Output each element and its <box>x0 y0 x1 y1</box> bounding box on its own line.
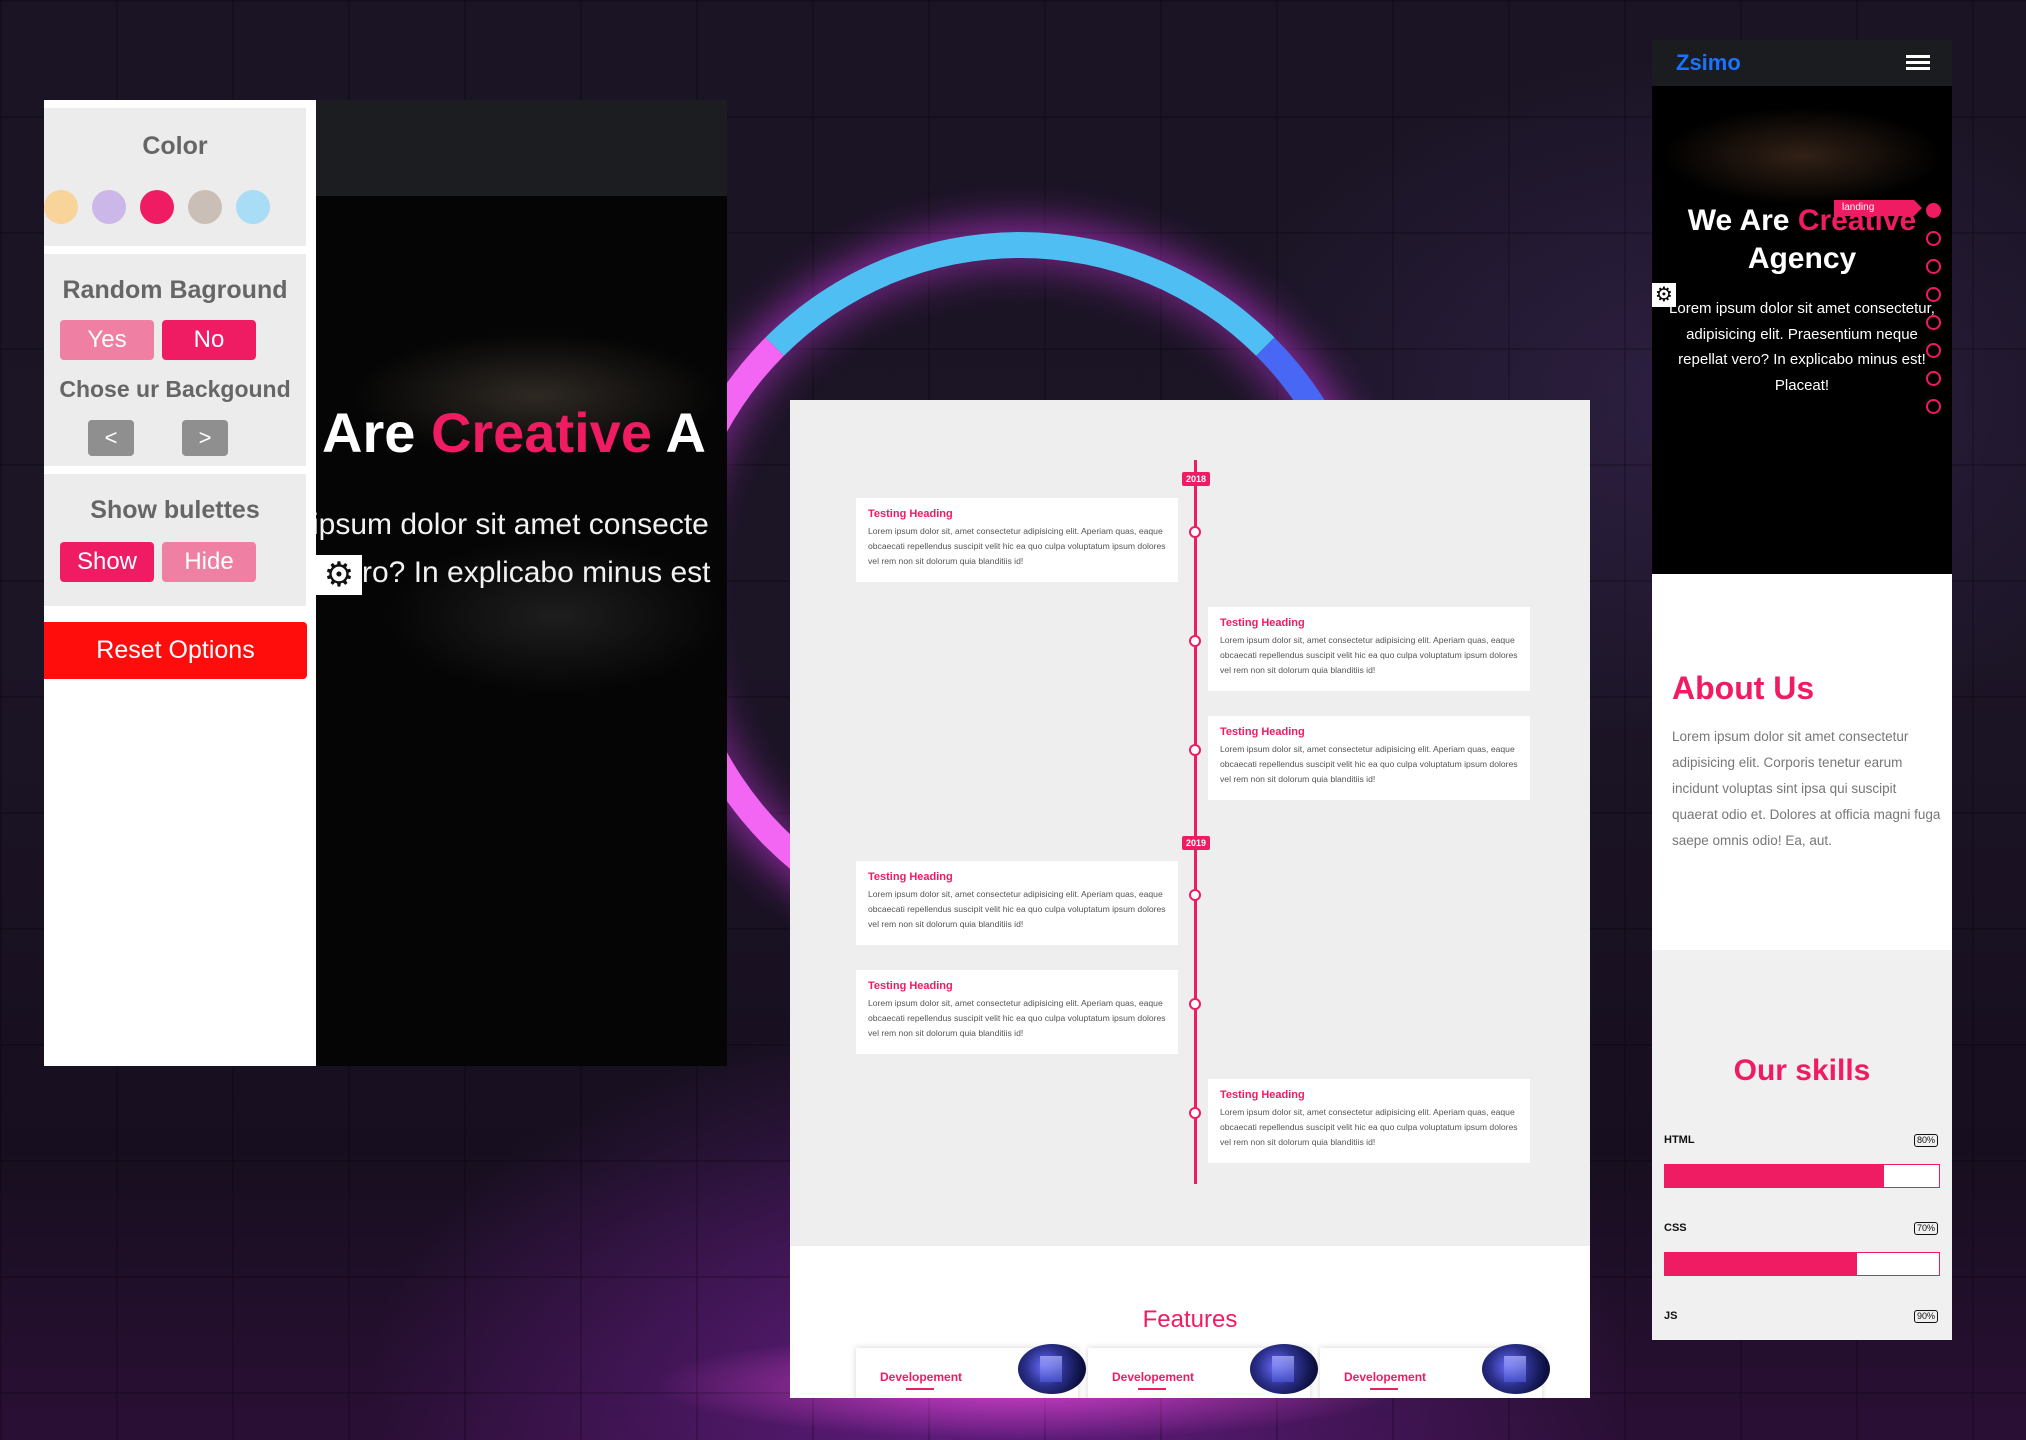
next-background-button[interactable]: > <box>182 420 228 456</box>
choose-background-title: Chose ur Backgound <box>59 376 291 402</box>
color-section: Color <box>44 108 306 246</box>
feature-card-label: Developement <box>1112 1370 1195 1384</box>
feature-card[interactable]: Developement <box>856 1344 1086 1398</box>
skills-title: Our skills <box>1733 1054 1871 1087</box>
skill-percent-html: 80% <box>1914 1134 1939 1147</box>
features-title: Features <box>1142 1306 1238 1333</box>
hero-text-line-2: ro? In explicabo minus est <box>362 556 711 589</box>
timeline-dot <box>1189 744 1201 756</box>
skill-percent-js: 90% <box>1914 1310 1939 1323</box>
nav-bullet[interactable] <box>1926 315 1941 330</box>
color-title: Color <box>142 132 208 160</box>
show-bullets-button[interactable]: Show <box>60 542 154 582</box>
mobile-navbar: Zsimo <box>1652 40 1952 86</box>
hide-bullets-button[interactable]: Hide <box>162 542 256 582</box>
timeline-window: 2018 2019 Testing Heading Lorem ipsum do… <box>790 400 1590 1398</box>
timeline-card-heading: Testing Heading <box>868 980 953 992</box>
timeline-dot <box>1189 998 1201 1010</box>
nav-bullet[interactable] <box>1926 203 1941 218</box>
color-swatch-2[interactable] <box>92 190 126 224</box>
mobile-hero-text: Lorem ipsum dolor sit amet consectetur, … <box>1669 300 1935 394</box>
timeline-card: Testing Heading Lorem ipsum dolor sit, a… <box>856 498 1178 582</box>
timeline-card-heading: Testing Heading <box>1220 617 1305 629</box>
bullets-section: Show bulettes Show Hide <box>44 474 306 606</box>
feature-illustration-icon <box>1482 1344 1550 1394</box>
hamburger-menu-icon[interactable] <box>1906 55 1930 71</box>
timeline-card: Testing Heading Lorem ipsum dolor sit, a… <box>1208 607 1530 691</box>
timeline-card: Testing Heading Lorem ipsum dolor sit, a… <box>1208 716 1530 800</box>
reset-options-button[interactable]: Reset Options <box>44 622 307 679</box>
show-bullets-title: Show bulettes <box>90 496 260 524</box>
timeline-card: Testing Heading Lorem ipsum dolor sit, a… <box>856 861 1178 945</box>
feature-illustration-icon <box>1250 1344 1318 1394</box>
feature-card-underline <box>1138 1388 1166 1390</box>
timeline-card-text: Lorem ipsum dolor sit, amet consectetur … <box>1220 635 1518 675</box>
feature-card[interactable]: Developement <box>1088 1344 1318 1398</box>
settings-panel: Color Random Baground Yes No Chose ur Ba… <box>44 100 316 1066</box>
timeline-card-heading: Testing Heading <box>868 871 953 883</box>
feature-card[interactable]: Developement <box>1320 1344 1550 1398</box>
timeline-dot <box>1189 1107 1201 1119</box>
skill-label-html: HTML <box>1664 1134 1695 1146</box>
skill-bar-css <box>1664 1252 1940 1276</box>
timeline-card-heading: Testing Heading <box>868 508 953 520</box>
bullet-tooltip: landing <box>1834 200 1922 216</box>
nav-bullet[interactable] <box>1926 399 1941 414</box>
timeline-card: Testing Heading Lorem ipsum dolor sit, a… <box>1208 1079 1530 1163</box>
settings-gear-icon[interactable]: ⚙ <box>316 555 362 595</box>
feature-card-underline <box>906 1388 934 1390</box>
feature-card-label: Developement <box>880 1370 963 1384</box>
timeline-card-text: Lorem ipsum dolor sit, amet consectetur … <box>1220 744 1518 784</box>
random-background-title: Random Baground <box>62 276 288 304</box>
feature-card-underline <box>1370 1388 1398 1390</box>
about-section: About Us Lorem ipsum dolor sit amet cons… <box>1652 574 1952 950</box>
color-swatch-4[interactable] <box>188 190 222 224</box>
timeline-card-heading: Testing Heading <box>1220 726 1305 738</box>
prev-background-button[interactable]: < <box>88 420 134 456</box>
timeline-card: Testing Heading Lorem ipsum dolor sit, a… <box>856 970 1178 1054</box>
timeline-card-text: Lorem ipsum dolor sit, amet consectetur … <box>868 526 1166 566</box>
site-logo[interactable]: Zsimo <box>1676 50 1741 76</box>
timeline-dot <box>1189 889 1201 901</box>
skill-fill <box>1665 1253 1857 1275</box>
random-bg-yes-button[interactable]: Yes <box>60 320 154 360</box>
timeline-card-text: Lorem ipsum dolor sit, amet consectetur … <box>868 889 1166 929</box>
mobile-settings-gear-icon[interactable]: ⚙ <box>1652 283 1676 307</box>
mobile-preview-window: Zsimo We Are Creative Agency landing Lore… <box>1652 40 1952 1340</box>
nav-bullet[interactable] <box>1926 371 1941 386</box>
site-topbar <box>316 100 727 196</box>
nav-bullet[interactable] <box>1926 287 1941 302</box>
feature-card-label: Developement <box>1344 1370 1427 1384</box>
timeline-dot <box>1189 635 1201 647</box>
nav-bullet[interactable] <box>1926 259 1941 274</box>
color-swatch-3[interactable] <box>140 190 174 224</box>
skill-fill <box>1665 1165 1885 1187</box>
about-text: Lorem ipsum dolor sit amet consectetur a… <box>1672 729 1941 848</box>
timeline-dot <box>1189 526 1201 538</box>
features-section: Features Developement Developement Devel… <box>790 1246 1590 1398</box>
background-section: Random Baground Yes No Chose ur Backgoun… <box>44 254 306 466</box>
skill-bar-html <box>1664 1164 1940 1188</box>
timeline-card-text: Lorem ipsum dolor sit, amet consectetur … <box>868 998 1166 1038</box>
timeline-year-2019: 2019 <box>1182 836 1210 850</box>
color-swatch-1[interactable] <box>44 190 78 224</box>
nav-bullet[interactable] <box>1926 343 1941 358</box>
settings-window: Are Creative A ipsum dolor sit amet cons… <box>44 100 727 1066</box>
timeline-card-heading: Testing Heading <box>1220 1089 1305 1101</box>
hero-text-line-1: ipsum dolor sit amet consecte <box>312 508 709 541</box>
hero-section <box>316 196 727 1066</box>
skill-label-css: CSS <box>1664 1222 1687 1234</box>
nav-bullet[interactable] <box>1926 231 1941 246</box>
timeline-card-text: Lorem ipsum dolor sit, amet consectetur … <box>1220 1107 1518 1147</box>
hero-title: Are Creative A <box>322 401 706 464</box>
timeline-year-2018: 2018 <box>1182 472 1210 486</box>
random-bg-no-button[interactable]: No <box>162 320 256 360</box>
skill-percent-css: 70% <box>1914 1222 1939 1235</box>
color-swatch-5[interactable] <box>236 190 270 224</box>
timeline-line <box>1194 460 1197 1184</box>
skill-label-js: JS <box>1664 1310 1678 1322</box>
feature-illustration-icon <box>1018 1344 1086 1394</box>
about-title: About Us <box>1672 670 1815 706</box>
